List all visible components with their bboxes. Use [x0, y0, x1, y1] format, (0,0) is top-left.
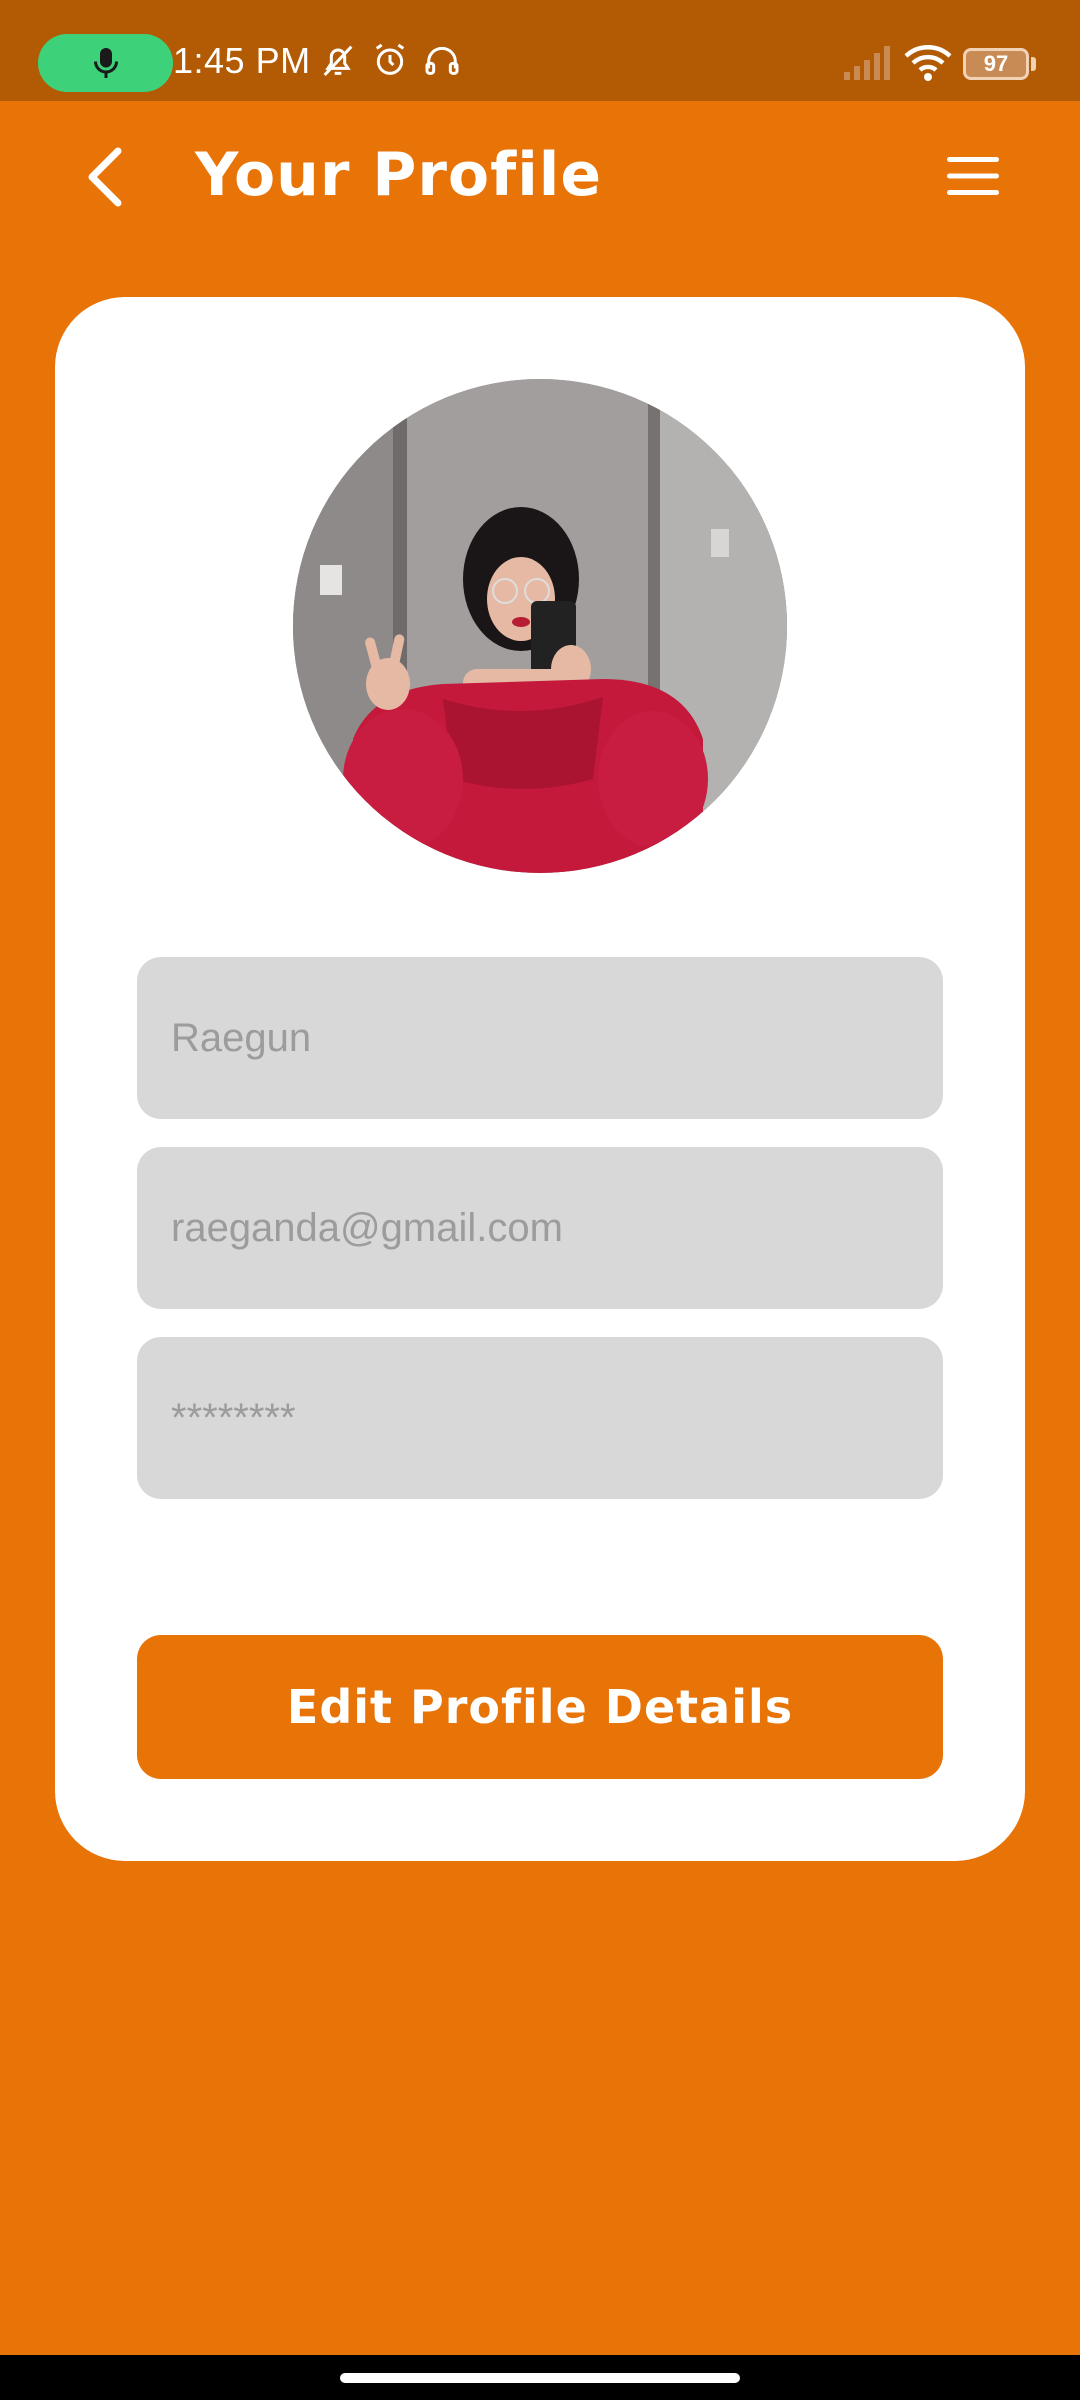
system-nav-bar [0, 2355, 1080, 2400]
mic-indicator[interactable] [38, 34, 173, 92]
email-field[interactable]: raeganda@gmail.com [137, 1147, 943, 1309]
battery-level: 97 [983, 51, 1009, 76]
signal-icon [844, 46, 890, 80]
app-screen: 1:45 PM 97 Your Profile Raegun raeganda@… [0, 0, 1080, 2400]
battery-cap [1031, 57, 1036, 71]
status-time: 1:45 PM [173, 40, 311, 81]
headset-icon [425, 46, 459, 75]
profile-card: Raegun raeganda@gmail.com ******** Edit … [55, 297, 1025, 1861]
edit-profile-button[interactable]: Edit Profile Details [137, 1635, 943, 1779]
name-field-value: Raegun [171, 1016, 312, 1060]
mic-icon [94, 48, 118, 78]
bell-off-icon [323, 45, 353, 77]
alarm-icon [375, 43, 405, 75]
page-title: Your Profile [195, 140, 603, 210]
wifi-icon [904, 45, 952, 81]
profile-photo [293, 379, 787, 873]
status-bar: 1:45 PM 97 [0, 0, 1080, 101]
back-button[interactable] [80, 145, 135, 210]
password-field-value: ******** [171, 1396, 296, 1440]
password-field[interactable]: ******** [137, 1337, 943, 1499]
avatar[interactable] [293, 379, 787, 873]
battery-icon: 97 [963, 48, 1029, 80]
edit-profile-label: Edit Profile Details [286, 1680, 794, 1734]
home-indicator[interactable] [340, 2373, 740, 2383]
hamburger-menu-icon[interactable] [945, 155, 1001, 197]
email-field-value: raeganda@gmail.com [171, 1206, 563, 1250]
name-field[interactable]: Raegun [137, 957, 943, 1119]
